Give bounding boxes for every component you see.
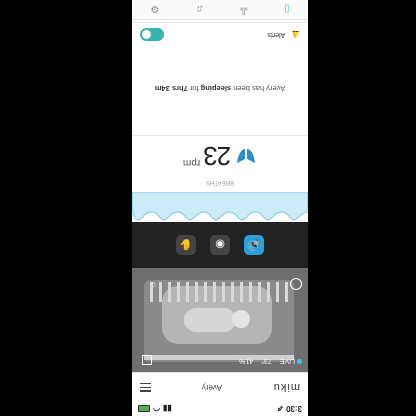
breathing-rate: 23 rpm [132,135,308,176]
battery-icon [138,405,150,413]
video-stats: LIVE 73° 41% [239,357,302,364]
crib [144,280,294,362]
humidity-readout: 41% [239,357,254,364]
app-logo: miku [272,381,300,394]
tab-bar: ▯ ╩ ♫ ⚙ [132,0,308,20]
speaker-button[interactable]: 🔊 [244,235,264,255]
alerts-label: Alerts [267,31,286,38]
menu-icon[interactable] [140,383,152,392]
live-dot-icon [297,359,302,364]
alerts-toggle[interactable] [140,28,164,41]
alerts-label-group: 🔔 Alerts [267,31,300,39]
sleep-duration: 7hrs 34m [154,84,188,93]
phone-screen: 3:30 ⇗ ▮▮ ◠ miku Avery LIVE 73° 41% ☾ 🔊 … [132,0,308,416]
tab-monitor-icon[interactable]: ▯ [284,4,290,15]
breathing-label: BREATHS [206,179,234,185]
tab-bell-icon[interactable]: ♫ [196,4,204,15]
baby-name[interactable]: Avery [202,383,222,392]
rotate-icon[interactable] [290,278,302,290]
status-time: 3:30 ⇗ [277,404,302,414]
breathing-value: 23 [204,141,232,172]
temperature-readout: 73° [261,357,272,364]
night-mode-icon[interactable]: ☾ [150,280,156,288]
video-feed[interactable]: LIVE 73° 41% ☾ [132,268,308,372]
audio-off-icon: ✋ [179,238,193,251]
app-screen-rotated: 3:30 ⇗ ▮▮ ◠ miku Avery LIVE 73° 41% ☾ 🔊 … [132,0,308,416]
crib-slats [150,282,288,302]
tab-settings-icon[interactable]: ⚙ [150,4,159,15]
signal-icon: ▮▮ [162,404,172,414]
baby-head [232,310,250,328]
sleep-state: sleeping [200,84,232,93]
talk-icon: ◉ [215,238,225,251]
alerts-row: 🔔 Alerts [132,22,308,46]
lungs-icon [237,149,256,163]
speaker-icon: 🔊 [247,238,261,251]
sleep-summary: Avery has been sleeping for 7hrs 34m [154,84,286,93]
live-indicator: LIVE [280,357,302,364]
breathing-unit: rpm [182,157,201,168]
baby [184,308,236,332]
tab-chart-icon[interactable]: ╩ [240,4,247,15]
breathing-waveform [132,192,308,221]
bell-icon: 🔔 [291,30,300,38]
status-icons: ▮▮ ◠ [138,405,172,414]
audio-off-button[interactable]: ✋ [176,235,196,255]
talk-button[interactable]: ◉ [210,235,230,255]
app-bar: miku Avery [132,372,308,402]
wifi-icon: ◠ [153,404,160,414]
control-bar: 🔊 ◉ ✋ [132,222,308,268]
fullscreen-icon[interactable] [142,355,152,365]
status-bar: 3:30 ⇗ ▮▮ ◠ [132,402,308,416]
